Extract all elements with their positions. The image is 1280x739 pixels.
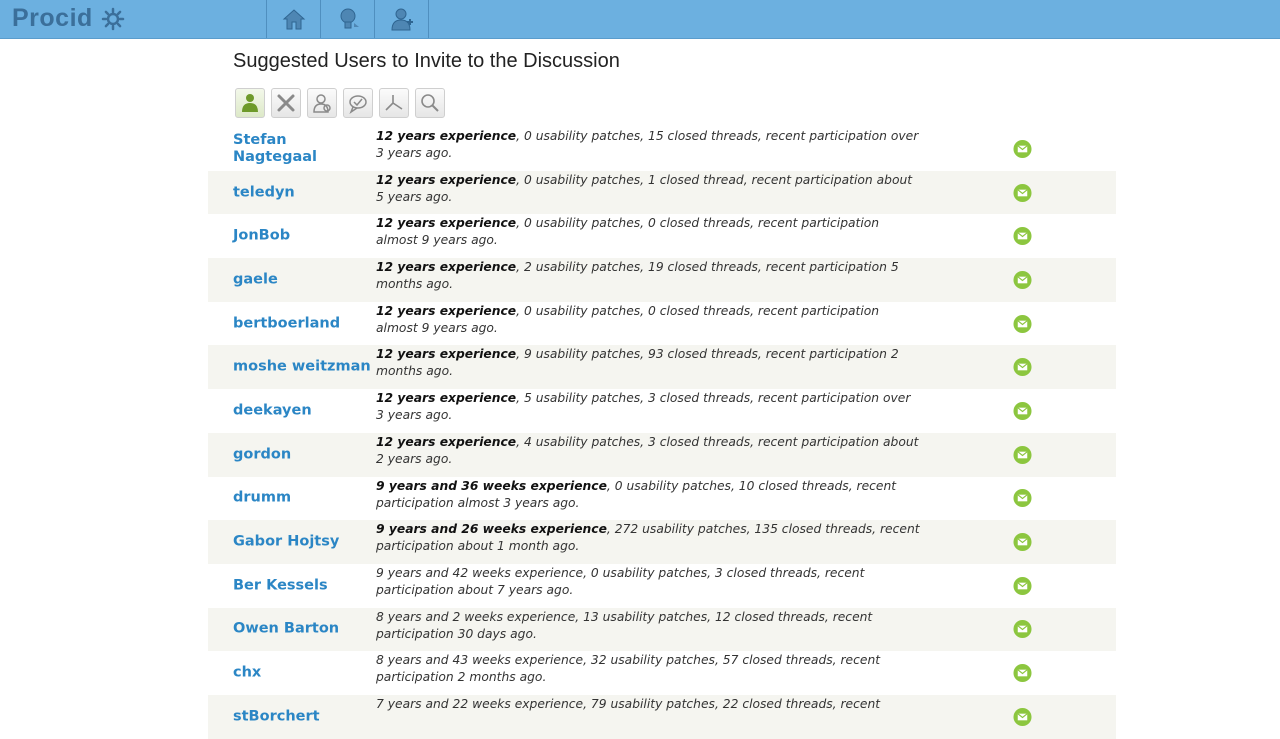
home-icon: [282, 9, 305, 30]
experience-text: 9 years and 42 weeks experience: [376, 565, 584, 580]
experience-text: 12 years experience: [376, 434, 517, 449]
app-logo[interactable]: Procid: [12, 4, 125, 33]
user-row: Stefan Nagtegaal 12 years experience, 0 u…: [208, 127, 1116, 171]
user-stats: 12 years experience, 4 usability patches…: [376, 434, 921, 468]
filter-branch-button[interactable]: [379, 88, 409, 118]
user-stats: 8 years and 43 weeks experience, 32 usab…: [376, 652, 921, 686]
invite-mail-icon[interactable]: [1013, 576, 1032, 595]
user-name-link[interactable]: Gabor Hojtsy: [233, 534, 373, 551]
user-row: bertboerland 12 years experience, 0 usabi…: [208, 302, 1116, 346]
user-row: chx 8 years and 43 weeks experience, 32 u…: [208, 651, 1116, 695]
user-stats: 9 years and 36 weeks experience, 0 usabi…: [376, 478, 921, 512]
filter-user-search-button[interactable]: [307, 88, 337, 118]
experience-text: 12 years experience: [376, 391, 517, 406]
filter-tools-button[interactable]: [271, 88, 301, 118]
suggested-user-list: Stefan Nagtegaal 12 years experience, 0 u…: [208, 127, 1116, 739]
user-row: JonBob 12 years experience, 0 usability p…: [208, 214, 1116, 258]
experience-text: 12 years experience: [376, 260, 517, 275]
invite-mail-icon[interactable]: [1013, 227, 1032, 246]
invite-mail-icon[interactable]: [1013, 358, 1032, 377]
comments-filter-icon: [349, 95, 367, 114]
experience-text: 9 years and 36 weeks experience: [376, 478, 607, 493]
user-stats: 12 years experience, 2 usability patches…: [376, 259, 921, 293]
user-name-link[interactable]: teledyn: [233, 184, 373, 201]
invite-mail-icon[interactable]: [1013, 489, 1032, 508]
filter-comments-button[interactable]: [343, 88, 373, 118]
nav-invite-button[interactable]: [374, 0, 429, 38]
gear-icon: [101, 7, 125, 30]
user-row: Ber Kessels 9 years and 42 weeks experien…: [208, 564, 1116, 608]
experience-text: 12 years experience: [376, 216, 517, 231]
user-row: Gabor Hojtsy 9 years and 26 weeks experie…: [208, 520, 1116, 564]
user-row: gordon 12 years experience, 4 usability p…: [208, 432, 1116, 477]
user-stats: 7 years and 22 weeks experience, 79 usab…: [376, 696, 921, 713]
top-bar: Procid: [0, 0, 1280, 39]
nav-ideas-button[interactable]: [320, 0, 374, 38]
user-stats: 9 years and 26 weeks experience, 272 usa…: [376, 521, 921, 555]
invite-mail-icon[interactable]: [1013, 533, 1032, 552]
filter-user-button[interactable]: [235, 88, 265, 118]
user-stats: 12 years experience, 0 usability patches…: [376, 172, 921, 206]
page-title: Suggested Users to Invite to the Discuss…: [233, 50, 620, 72]
invite-mail-icon[interactable]: [1013, 139, 1032, 158]
user-name-link[interactable]: gaele: [233, 271, 373, 288]
experience-text: 8 years and 43 weeks experience: [376, 653, 584, 668]
user-name-link[interactable]: bertboerland: [233, 315, 373, 332]
branch-filter-icon: [385, 95, 403, 111]
user-name-link[interactable]: Ber Kessels: [233, 577, 373, 594]
invite-mail-icon[interactable]: [1013, 314, 1032, 333]
user-stats: 12 years experience, 5 usability patches…: [376, 390, 921, 424]
invite-mail-icon[interactable]: [1013, 401, 1032, 420]
user-name-link[interactable]: moshe weitzman: [233, 359, 373, 376]
lightbulb-icon: [340, 8, 359, 29]
invite-mail-icon[interactable]: [1013, 445, 1032, 464]
user-row: deekayen 12 years experience, 5 usability…: [208, 389, 1116, 433]
user-name-link[interactable]: JonBob: [233, 228, 373, 245]
user-name-link[interactable]: deekayen: [233, 402, 373, 419]
user-row: teledyn 12 years experience, 0 usability …: [208, 170, 1116, 215]
user-stats: 12 years experience, 0 usability patches…: [376, 215, 921, 249]
user-row: Owen Barton 8 years and 2 weeks experienc…: [208, 607, 1116, 652]
nav-home-button[interactable]: [266, 0, 320, 38]
user-name-link[interactable]: Owen Barton: [233, 621, 373, 638]
tools-filter-icon: [277, 94, 295, 112]
user-name-link[interactable]: Stefan Nagtegaal: [233, 132, 373, 166]
user-row: drumm 9 years and 36 weeks experience, 0 …: [208, 477, 1116, 521]
invite-mail-icon[interactable]: [1013, 183, 1032, 202]
user-name-link[interactable]: chx: [233, 665, 373, 682]
filter-search-button[interactable]: [415, 88, 445, 118]
user-filter-icon: [242, 94, 258, 112]
user-stats: 12 years experience, 9 usability patches…: [376, 346, 921, 380]
user-name-link[interactable]: gordon: [233, 446, 373, 463]
user-add-icon: [390, 8, 413, 31]
user-name-link[interactable]: drumm: [233, 490, 373, 507]
experience-text: 12 years experience: [376, 303, 517, 318]
experience-text: 12 years experience: [376, 347, 517, 362]
invite-mail-icon[interactable]: [1013, 270, 1032, 289]
experience-text: 12 years experience: [376, 172, 517, 187]
search-icon: [421, 94, 439, 112]
user-row: gaele 12 years experience, 2 usability pa…: [208, 258, 1116, 302]
experience-text: 7 years and 22 weeks experience: [376, 696, 584, 711]
user-stats: 12 years experience, 0 usability patches…: [376, 303, 921, 337]
stats-text: , 79 usability patches, 22 closed thread…: [583, 696, 881, 711]
app-name: Procid: [12, 4, 93, 32]
filter-toolbar: [235, 88, 445, 118]
invite-mail-icon[interactable]: [1013, 664, 1032, 683]
invite-mail-icon[interactable]: [1013, 620, 1032, 639]
user-stats: 12 years experience, 0 usability patches…: [376, 128, 921, 162]
experience-text: 9 years and 26 weeks experience: [376, 522, 607, 537]
user-row: stBorchert 7 years and 22 weeks experienc…: [208, 694, 1116, 739]
experience-text: 12 years experience: [376, 129, 517, 143]
invite-mail-icon[interactable]: [1013, 707, 1032, 726]
user-name-link[interactable]: stBorchert: [233, 708, 373, 725]
user-search-filter-icon: [313, 94, 331, 113]
user-stats: 8 years and 2 weeks experience, 13 usabi…: [376, 609, 921, 643]
user-stats: 9 years and 42 weeks experience, 0 usabi…: [376, 565, 921, 599]
user-row: moshe weitzman 12 years experience, 9 usa…: [208, 345, 1116, 390]
experience-text: 8 years and 2 weeks experience: [376, 609, 576, 624]
